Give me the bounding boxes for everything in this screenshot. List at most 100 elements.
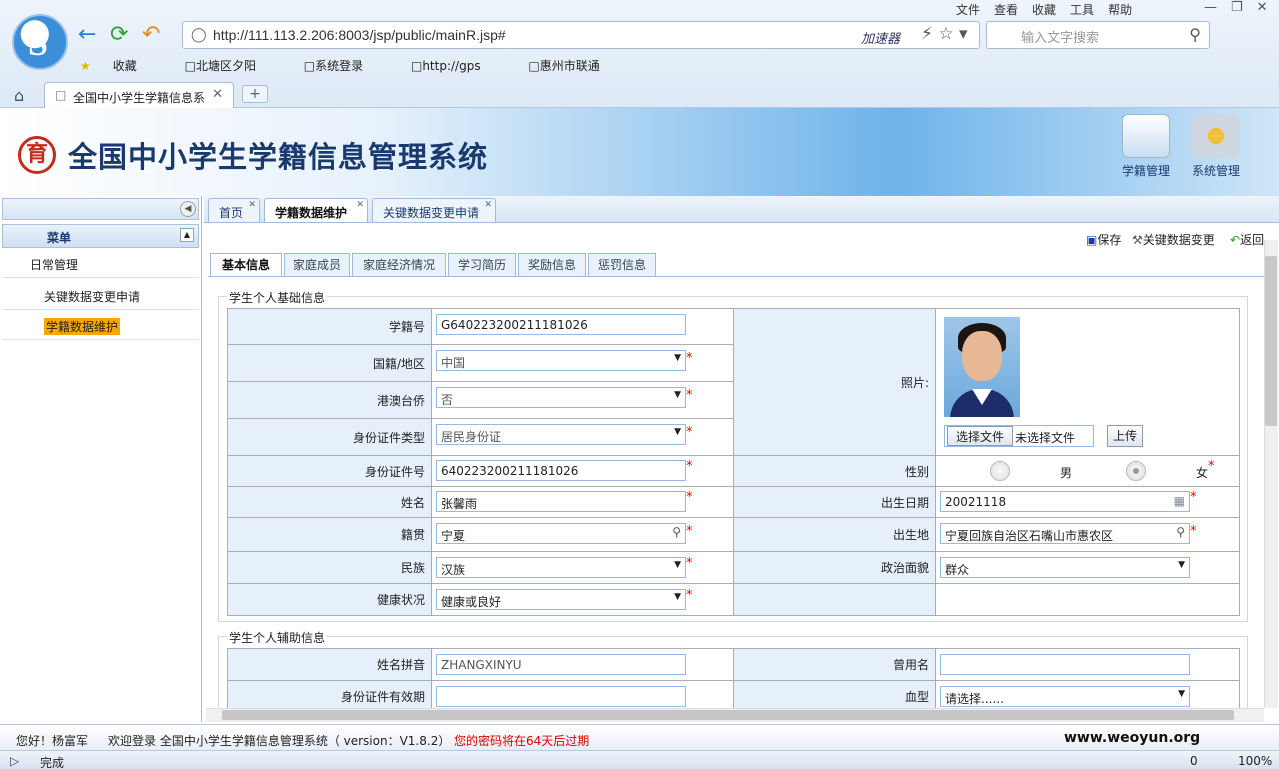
chevron-down-icon: ▼	[1178, 689, 1185, 699]
birth-date-field[interactable]: 20021118 ▦	[940, 491, 1190, 512]
return-icon: ↶	[1230, 233, 1241, 247]
menu-help[interactable]: 帮助	[1108, 3, 1132, 17]
overseas-select[interactable]: 否 ▼	[436, 387, 686, 408]
tab-study-history[interactable]: 学习简历	[448, 253, 516, 276]
chevron-up-icon[interactable]: ▲	[180, 228, 194, 242]
menu-group-daily[interactable]: 日常管理	[2, 248, 199, 278]
birthplace-field[interactable]: 宁夏回族自治区石嘴山市惠农区 ⚲	[940, 523, 1190, 544]
upload-button[interactable]: 上传	[1107, 425, 1143, 447]
search-box[interactable]: 输入文字搜索 ⚲	[986, 21, 1210, 49]
back-button[interactable]: ↶返回	[1230, 231, 1264, 248]
bookmark-login[interactable]: □系统登录	[304, 59, 385, 73]
tab-family-members[interactable]: 家庭成员	[284, 253, 350, 276]
new-tab-button[interactable]: +	[242, 85, 268, 103]
close-icon[interactable]: ✕	[248, 200, 256, 210]
footer-watermark: www.weoyun.org	[1064, 730, 1201, 746]
id-no-field[interactable]: 640223200211181026	[436, 460, 686, 481]
blood-select[interactable]: 请选择...... ▼	[940, 686, 1190, 707]
magnifier-icon: ⚲	[1176, 525, 1185, 539]
close-tab-icon[interactable]: ✕	[212, 87, 223, 102]
vertical-scroll-thumb[interactable]	[1265, 256, 1277, 426]
student-no-field[interactable]: G640223200211181026	[436, 314, 686, 335]
star-icon[interactable]: ⚡ ☆ ▾	[921, 24, 968, 44]
male-radio[interactable]	[990, 461, 1010, 481]
menu-file[interactable]: 文件	[956, 3, 980, 17]
tab-rewards[interactable]: 奖励信息	[518, 253, 586, 276]
close-icon[interactable]: ✕	[1257, 0, 1268, 15]
chevron-down-icon: ▼	[1178, 560, 1185, 570]
political-select[interactable]: 群众 ▼	[940, 557, 1190, 578]
app-title: 全国中小学生学籍信息管理系统	[68, 142, 489, 174]
tab-home[interactable]: 首页 ✕	[208, 198, 260, 222]
minimize-icon[interactable]: —	[1204, 0, 1217, 15]
id-valid-field[interactable]	[436, 686, 686, 707]
no-file-text: 未选择文件	[1015, 431, 1076, 445]
accelerator-label[interactable]: 加速器	[861, 28, 900, 47]
collapse-icon[interactable]: ◀	[180, 201, 196, 217]
app-footer: 您好！杨富军 欢迎登录 全国中小学生学籍信息管理系统（ version：V1.8…	[0, 724, 1279, 750]
choose-file-button[interactable]: 选择文件	[947, 426, 1013, 446]
save-icon: ▣	[1086, 233, 1098, 247]
back-icon[interactable]: ←	[78, 24, 96, 46]
health-select[interactable]: 健康或良好 ▼	[436, 589, 686, 610]
tab-family-economy[interactable]: 家庭经济情况	[352, 253, 446, 276]
label-id-no: 身份证件号	[227, 455, 432, 487]
key-change-button[interactable]: ⚒关键数据变更	[1132, 231, 1215, 248]
home-icon[interactable]: ⌂	[14, 86, 24, 105]
maximize-icon[interactable]: ❐	[1231, 0, 1243, 15]
female-radio[interactable]	[1126, 461, 1146, 481]
left-panel-top	[2, 198, 199, 220]
browser-tab[interactable]: □ 全国中小学生学籍信息系 ✕	[44, 82, 234, 108]
gear-icon	[1192, 114, 1240, 158]
section-legend: 学生个人辅助信息	[227, 629, 328, 646]
bookmark-gps[interactable]: □http://gps	[411, 59, 503, 73]
tab-data-maintenance[interactable]: 学籍数据维护 ✕	[264, 198, 368, 222]
horizontal-scroll-thumb[interactable]	[222, 710, 1234, 720]
zoom-level[interactable]: 100%	[1238, 754, 1272, 768]
label-pinyin: 姓名拼音	[227, 648, 432, 681]
id-type-select[interactable]: 居民身份证 ▼	[436, 424, 686, 445]
close-icon[interactable]: ✕	[356, 200, 364, 210]
sidebar-toggle-icon[interactable]: ▷	[10, 754, 19, 768]
password-warning: 您的密码将在64天后过期	[454, 734, 590, 748]
former-name-field[interactable]	[940, 654, 1190, 675]
menu-item-key-change[interactable]: 关键数据变更申请	[2, 280, 199, 310]
menu-tools[interactable]: 工具	[1070, 3, 1094, 17]
save-button[interactable]: ▣保存	[1086, 231, 1121, 248]
refresh-icon[interactable]: ⟳	[110, 24, 128, 46]
nationality-select[interactable]: 中国 ▼	[436, 350, 686, 371]
menu-view[interactable]: 查看	[994, 3, 1018, 17]
search-icon[interactable]: ⚲	[1189, 25, 1201, 44]
search-input[interactable]: 输入文字搜索	[1021, 27, 1099, 46]
native-field[interactable]: 宁夏 ⚲	[436, 523, 686, 544]
chevron-down-icon: ▼	[674, 560, 681, 570]
bookmark-beitang[interactable]: □北塘区夕阳	[185, 59, 278, 73]
bookmark-unicom[interactable]: □惠州市联通	[528, 59, 621, 73]
menu-header[interactable]: 菜单 ▲	[2, 224, 199, 248]
tab-basic-info[interactable]: 基本信息	[210, 253, 282, 277]
address-url[interactable]: http://111.113.2.206:8003/jsp/public/mai…	[213, 27, 506, 43]
close-icon[interactable]: ✕	[484, 200, 492, 210]
greeting-text: 您好！杨富军	[16, 734, 89, 748]
welcome-text: 欢迎登录 全国中小学生学籍信息管理系统（ version：V1.8.2）	[108, 734, 451, 748]
system-management-button[interactable]: 系统管理	[1184, 114, 1248, 179]
chevron-down-icon: ▼	[674, 427, 681, 437]
calendar-icon: ▦	[1173, 494, 1185, 508]
label-student-no: 学籍号	[227, 308, 432, 345]
menu-item-data-maintenance[interactable]: 学籍数据维护	[2, 310, 199, 340]
tab-key-change[interactable]: 关键数据变更申请 ✕	[372, 198, 496, 222]
menu-favorites[interactable]: 收藏	[1032, 3, 1056, 17]
bookmark-favorites[interactable]: ★ 收藏	[80, 59, 159, 73]
label-health: 健康状况	[227, 583, 432, 616]
undo-icon[interactable]: ↶	[142, 24, 160, 46]
pinyin-field[interactable]: ZHANGXINYU	[436, 654, 686, 675]
status-text: 完成	[40, 756, 65, 769]
ethnic-select[interactable]: 汉族 ▼	[436, 557, 686, 578]
tab-punishments[interactable]: 惩罚信息	[588, 253, 656, 276]
name-field[interactable]: 张馨雨	[436, 491, 686, 512]
address-bar[interactable]: ◯ http://111.113.2.206:8003/jsp/public/m…	[182, 21, 980, 49]
file-input[interactable]: 选择文件 未选择文件	[944, 425, 1094, 447]
student-management-button[interactable]: 学籍管理	[1114, 114, 1178, 179]
label-gender: 性别	[733, 455, 936, 487]
browser-logo-icon: S	[12, 14, 68, 70]
